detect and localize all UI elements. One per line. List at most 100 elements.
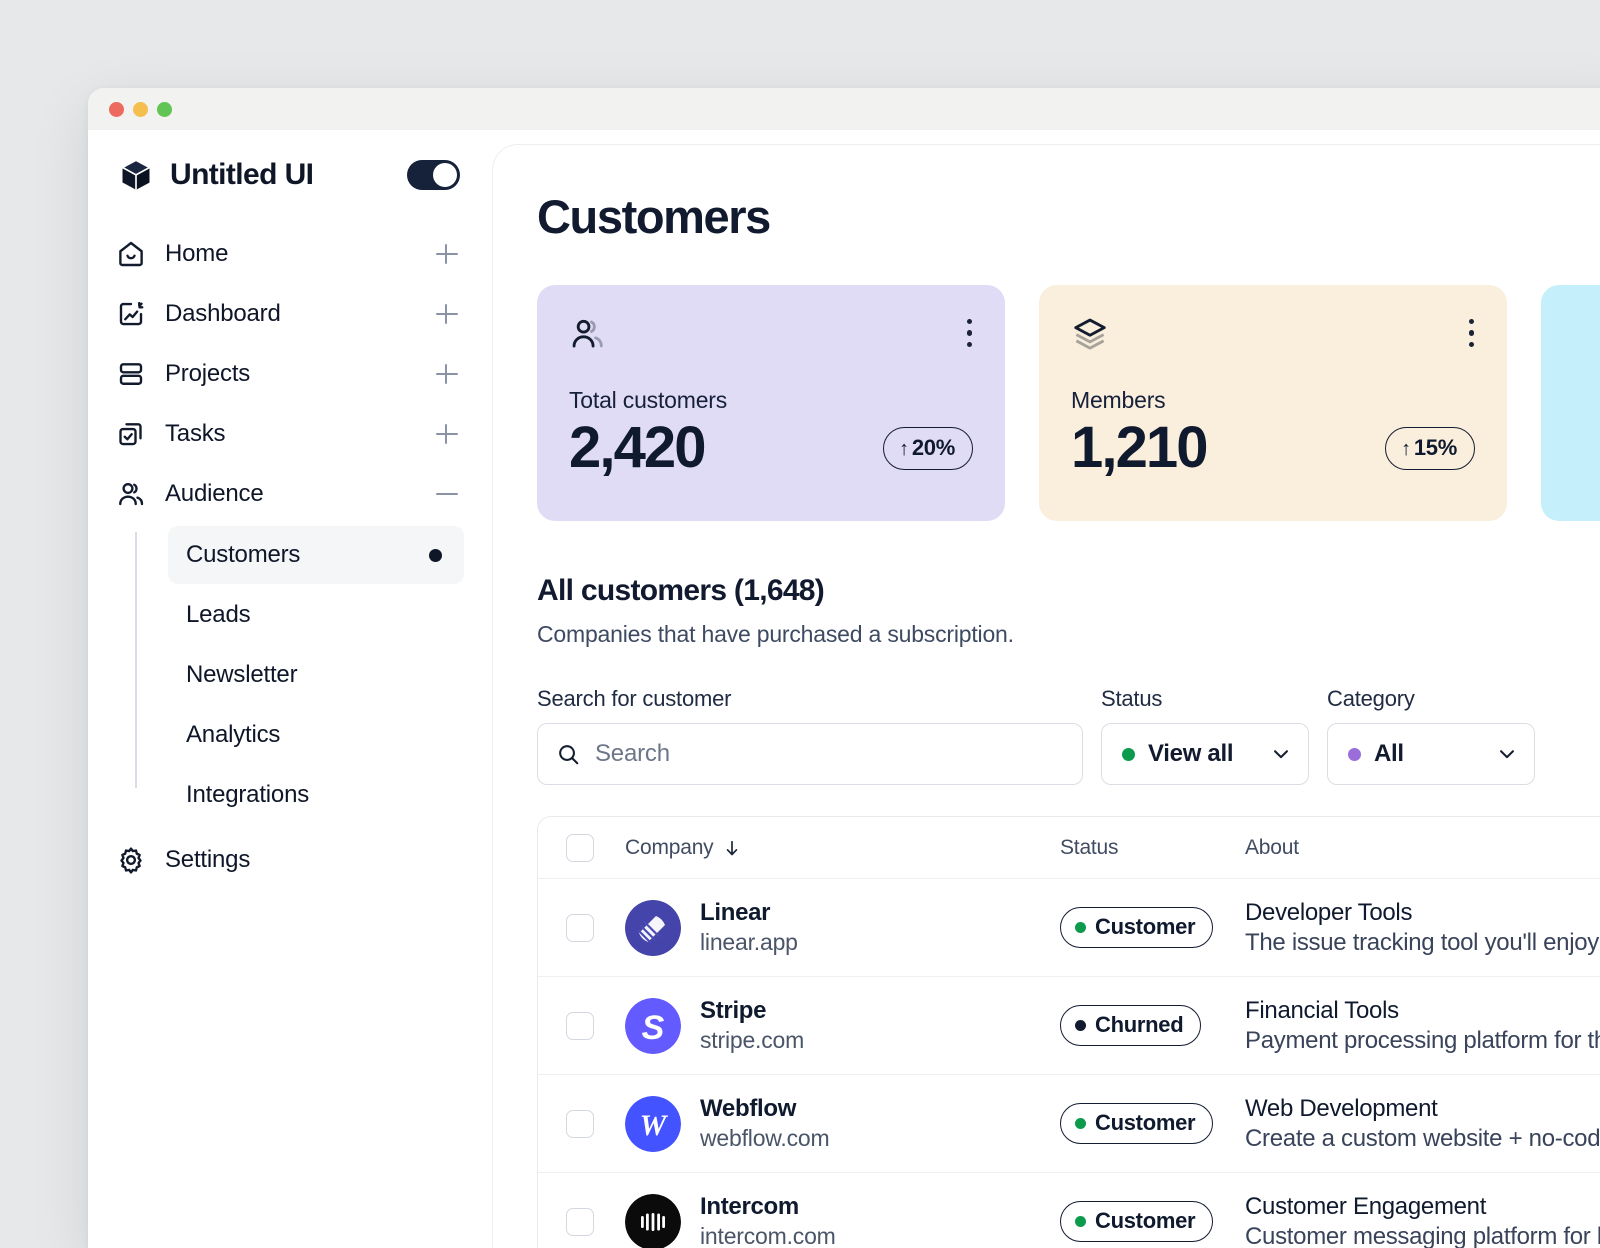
- stat-value: 2,420: [569, 418, 705, 479]
- row-checkbox[interactable]: [566, 1012, 594, 1040]
- status-text: Customer: [1095, 914, 1195, 940]
- table-row[interactable]: Intercom intercom.com Customer Customer …: [538, 1173, 1600, 1248]
- stat-card-members[interactable]: Members 1,210 ↑15%: [1039, 285, 1507, 521]
- sidebar-item-settings[interactable]: Settings: [88, 830, 492, 890]
- stat-bottom-row: 1,210 ↑15%: [1071, 418, 1475, 479]
- sidebar: Untitled UI Home: [88, 130, 492, 1248]
- company-name: Stripe: [700, 997, 766, 1024]
- company-domain: linear.app: [700, 929, 798, 955]
- arrow-up-icon: ↑: [899, 438, 909, 460]
- column-header-label: Status: [1060, 836, 1118, 859]
- status-select[interactable]: View all: [1101, 723, 1309, 785]
- stat-trend-badge[interactable]: ↑20%: [883, 427, 973, 470]
- category-filter-group: Category All: [1327, 686, 1535, 785]
- status-dot: [1075, 1118, 1086, 1129]
- minus-icon[interactable]: [434, 481, 460, 507]
- sidebar-item-newsletter[interactable]: Newsletter: [168, 646, 464, 704]
- column-header-company[interactable]: Company: [625, 836, 1060, 860]
- window-body: Untitled UI Home: [88, 130, 1600, 1248]
- row-checkbox[interactable]: [566, 1110, 594, 1138]
- status-badge: Customer: [1060, 1201, 1213, 1242]
- search-box[interactable]: [537, 723, 1083, 785]
- status-text: Customer: [1095, 1208, 1195, 1234]
- card-overflow-menu-button[interactable]: [1469, 319, 1475, 347]
- company-text: Stripe stripe.com: [700, 996, 804, 1055]
- stat-cards-row: Total customers 2,420 ↑20%: [537, 285, 1600, 521]
- status-dot: [1122, 748, 1135, 761]
- status-dot: [1075, 922, 1086, 933]
- column-header-label: Company: [625, 836, 713, 860]
- company-text: Intercom intercom.com: [700, 1192, 836, 1248]
- sidebar-item-integrations[interactable]: Integrations: [168, 766, 464, 824]
- sidebar-item-projects[interactable]: Projects: [88, 344, 492, 404]
- search-label: Search for customer: [537, 686, 1083, 712]
- app-window: Untitled UI Home: [88, 88, 1600, 1248]
- sidebar-item-label: Integrations: [186, 781, 442, 809]
- status-badge: Customer: [1060, 907, 1213, 948]
- projects-icon: [116, 359, 146, 389]
- plus-icon[interactable]: [434, 301, 460, 327]
- sidebar-item-analytics[interactable]: Analytics: [168, 706, 464, 764]
- stat-trend-value: 20%: [912, 435, 955, 460]
- sidebar-item-label: Audience: [165, 480, 434, 508]
- status-label: Status: [1101, 686, 1309, 712]
- close-button[interactable]: [109, 102, 124, 117]
- sidebar-item-label: Home: [165, 240, 434, 268]
- status-cell: Customer: [1060, 1201, 1245, 1242]
- minimize-button[interactable]: [133, 102, 148, 117]
- dashboard-icon: [116, 299, 146, 329]
- status-cell: Churned: [1060, 1005, 1245, 1046]
- theme-toggle[interactable]: [407, 160, 460, 190]
- row-checkbox[interactable]: [566, 1208, 594, 1236]
- stat-trend-badge[interactable]: ↑15%: [1385, 427, 1475, 470]
- sidebar-item-leads[interactable]: Leads: [168, 586, 464, 644]
- home-icon: [116, 239, 146, 269]
- stat-trend-value: 15%: [1414, 435, 1457, 460]
- about-description: The issue tracking tool you'll enjoy usi…: [1245, 928, 1600, 958]
- svg-text:W: W: [640, 1109, 669, 1142]
- sidebar-item-label: Settings: [165, 846, 460, 874]
- status-badge: Customer: [1060, 1103, 1213, 1144]
- plus-icon[interactable]: [434, 361, 460, 387]
- stat-card-third-partial[interactable]: [1541, 285, 1600, 521]
- status-value: View all: [1148, 740, 1270, 768]
- select-all-checkbox[interactable]: [566, 834, 594, 862]
- about-category: Web Development: [1245, 1094, 1600, 1124]
- table-row[interactable]: Linear linear.app Customer Developer Too…: [538, 879, 1600, 977]
- company-domain: stripe.com: [700, 1027, 804, 1053]
- status-dot: [1075, 1020, 1086, 1031]
- company-cell: Linear linear.app: [625, 898, 1060, 957]
- stat-label: Members: [1071, 387, 1475, 414]
- stat-bottom-row: 2,420 ↑20%: [569, 418, 973, 479]
- sidebar-item-audience[interactable]: Audience: [88, 464, 492, 524]
- sidebar-item-label: Projects: [165, 360, 434, 388]
- category-select[interactable]: All: [1327, 723, 1535, 785]
- search-input[interactable]: [595, 740, 1064, 768]
- table-row[interactable]: W Webflow webflow.com Customer: [538, 1075, 1600, 1173]
- sidebar-brand: Untitled UI: [88, 148, 492, 202]
- plus-icon[interactable]: [434, 241, 460, 267]
- arrow-up-icon: ↑: [1401, 438, 1411, 460]
- stat-label: Total customers: [569, 387, 973, 414]
- category-value: All: [1374, 740, 1496, 768]
- sidebar-item-customers[interactable]: Customers: [168, 526, 464, 584]
- gear-icon: [116, 845, 146, 875]
- submenu-rail: [135, 532, 137, 788]
- sidebar-item-label: Customers: [186, 541, 429, 569]
- company-domain: intercom.com: [700, 1223, 836, 1248]
- window-title-bar: [88, 88, 1600, 130]
- sidebar-item-tasks[interactable]: Tasks: [88, 404, 492, 464]
- maximize-button[interactable]: [157, 102, 172, 117]
- row-checkbox[interactable]: [566, 914, 594, 942]
- column-header-status[interactable]: Status: [1060, 836, 1245, 860]
- tasks-icon: [116, 419, 146, 449]
- card-overflow-menu-button[interactable]: [967, 319, 973, 347]
- sidebar-item-home[interactable]: Home: [88, 224, 492, 284]
- column-header-about[interactable]: About: [1245, 836, 1600, 860]
- stripe-logo: S: [625, 998, 681, 1054]
- table-row[interactable]: S Stripe stripe.com Churned: [538, 977, 1600, 1075]
- plus-icon[interactable]: [434, 421, 460, 447]
- sidebar-item-dashboard[interactable]: Dashboard: [88, 284, 492, 344]
- stat-card-total-customers[interactable]: Total customers 2,420 ↑20%: [537, 285, 1005, 521]
- layers-icon: [1071, 315, 1109, 353]
